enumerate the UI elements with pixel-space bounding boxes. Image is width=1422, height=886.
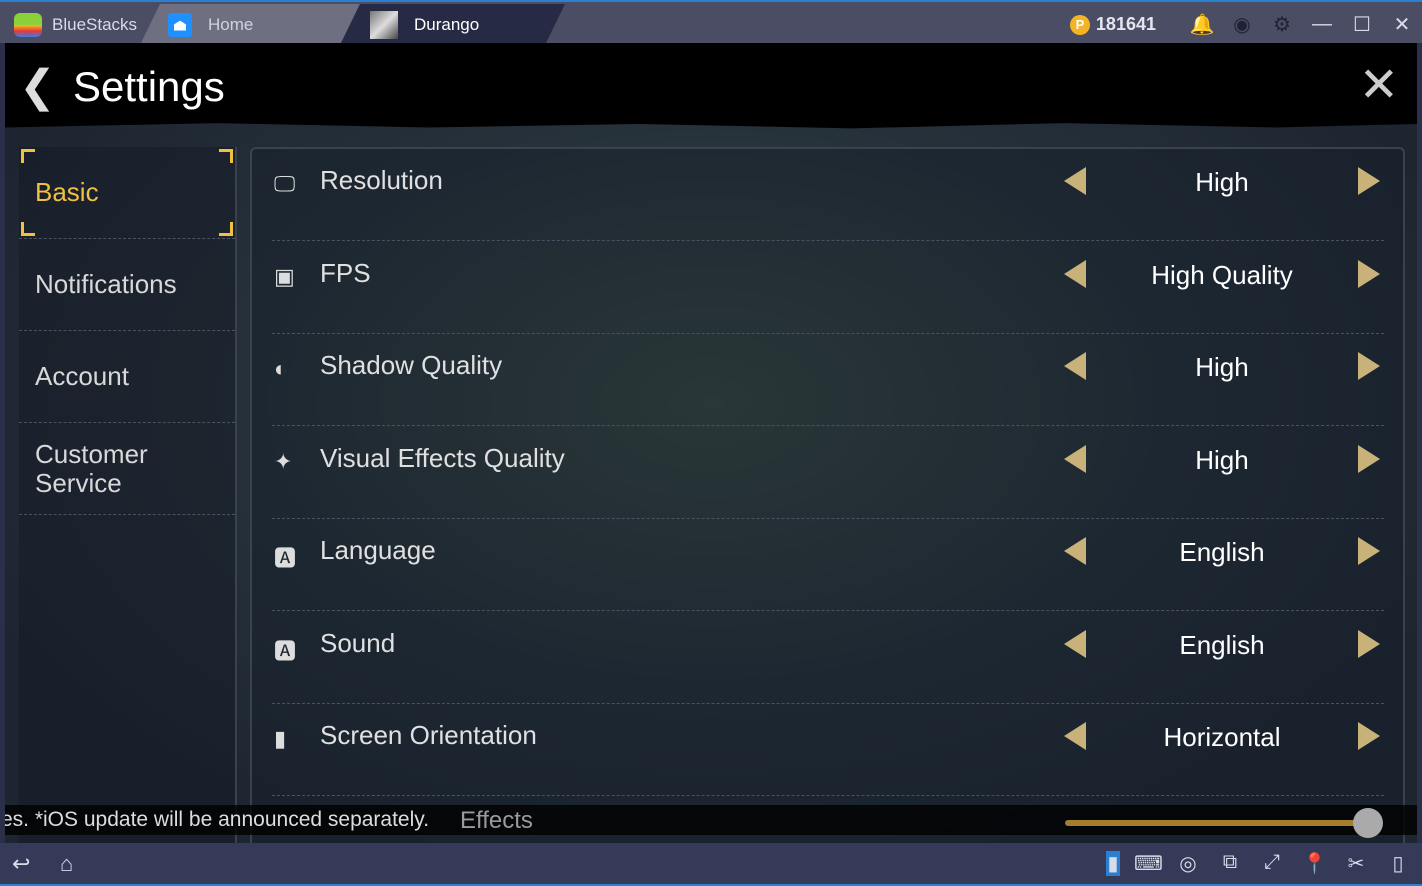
row-value: English <box>1179 537 1265 567</box>
arrow-right-icon[interactable] <box>1358 537 1380 565</box>
arrow-right-icon[interactable] <box>1358 722 1380 750</box>
tab-label: Durango <box>414 14 480 34</box>
shadow-icon: ◐ <box>274 356 288 381</box>
orientation-icon: ▮ <box>274 726 287 751</box>
sidebar-item-label: Account <box>35 361 129 391</box>
bluestacks-logo-icon <box>14 12 42 37</box>
points-count[interactable]: 181641 <box>1096 14 1156 35</box>
tab-durango[interactable]: Durango <box>340 4 565 45</box>
row-value: High <box>1195 444 1249 475</box>
language-icon: 🅰 <box>274 638 297 664</box>
home-nav-icon[interactable]: ⌂ <box>60 851 73 877</box>
row-label: Shadow Quality <box>320 350 503 380</box>
close-icon[interactable]: ✕ <box>1359 57 1399 113</box>
settings-row: ◐ Shadow Quality High <box>272 334 1384 426</box>
game-view: ❮ Settings ✕ Basic Notifications Account… <box>5 43 1417 843</box>
sidebar-item-label: Notifications <box>35 269 177 299</box>
tab-home[interactable]: Home <box>140 4 360 45</box>
page-title: Settings <box>73 63 225 110</box>
arrow-left-icon[interactable] <box>1064 352 1086 380</box>
row-label: Language <box>320 535 436 565</box>
gear-icon[interactable]: ⚙ <box>1262 12 1302 37</box>
settings-row: ▣ FPS High Quality <box>272 242 1384 334</box>
sidebar-item-account[interactable]: Account <box>19 331 235 423</box>
maximize-button[interactable]: ☐ <box>1342 12 1382 37</box>
android-nav-bar: ↩ ⌂ ▮ ⌨ ◎ ⧉ ⤢ 📍 ✂ ▯ <box>0 843 1422 886</box>
location-icon[interactable]: 📍 <box>1302 851 1327 876</box>
row-value: English <box>1179 629 1265 660</box>
back-icon[interactable]: ↩ <box>12 851 30 877</box>
arrow-left-icon[interactable] <box>1064 167 1086 195</box>
fullscreen-icon[interactable]: ⤢ <box>1260 851 1284 874</box>
arrow-right-icon[interactable] <box>1358 352 1380 380</box>
ticker-text: es. *iOS update will be announced separa… <box>5 808 430 831</box>
row-value: High <box>1195 167 1249 197</box>
coin-icon: P <box>1069 14 1090 35</box>
sidebar-item-basic[interactable]: Basic <box>19 147 235 239</box>
arrow-left-icon[interactable] <box>1064 444 1086 473</box>
home-icon <box>168 13 192 37</box>
sidebar-item-notifications[interactable]: Notifications <box>19 239 235 331</box>
arrow-right-icon[interactable] <box>1358 167 1380 195</box>
row-label: Visual Effects Quality <box>320 442 565 473</box>
sidebar-item-customer-service[interactable]: Customer Service <box>19 423 235 515</box>
arrow-left-icon[interactable] <box>1064 537 1086 565</box>
bluestacks-logo: BlueStacks <box>0 4 150 45</box>
row-label: Sound <box>320 627 396 658</box>
row-value: Horizontal <box>1163 722 1281 752</box>
row-value: High <box>1195 352 1249 382</box>
arrow-left-icon[interactable] <box>1064 722 1086 750</box>
volume-slider[interactable] <box>1065 820 1365 826</box>
slider-handle[interactable] <box>1353 808 1383 838</box>
sidebar-item-label: Customer Service <box>35 438 148 498</box>
partial-row-label: Effects <box>460 807 533 834</box>
rotate-phone-icon[interactable]: ▯ <box>1386 851 1410 876</box>
monitor-icon: 🖵 <box>274 171 296 196</box>
keyboard-icon[interactable]: ⌨ <box>1134 851 1163 876</box>
arrow-right-icon[interactable] <box>1358 259 1380 288</box>
settings-panel: 🖵 Resolution High ▣ FPS High Quality ◐ S… <box>250 147 1405 843</box>
row-label: Resolution <box>320 165 443 195</box>
language-icon: 🅰 <box>274 546 297 571</box>
sparkle-icon: ✦ <box>274 448 293 474</box>
bell-icon[interactable]: 🔔 <box>1182 12 1222 37</box>
fps-icon: ▣ <box>274 263 295 289</box>
row-value: High Quality <box>1151 259 1293 290</box>
settings-row: ▮ Screen Orientation Horizontal <box>272 704 1384 796</box>
row-label: FPS <box>320 257 371 288</box>
arrow-left-icon[interactable] <box>1064 259 1086 288</box>
settings-sidebar: Basic Notifications Account Customer Ser… <box>19 147 237 843</box>
back-chevron-icon[interactable]: ❮ <box>19 61 56 112</box>
arrow-right-icon[interactable] <box>1358 629 1380 658</box>
eye-icon[interactable]: ◎ <box>1176 851 1200 876</box>
multi-instance-icon[interactable]: ⧉ <box>1218 851 1242 874</box>
settings-row: 🅰 Language English <box>272 519 1384 611</box>
account-star-icon[interactable]: ◉ <box>1222 12 1262 37</box>
sidebar-item-label: Basic <box>35 177 99 207</box>
durango-app-icon <box>370 11 398 39</box>
settings-row: 🅰 Sound English <box>272 612 1384 704</box>
arrow-left-icon[interactable] <box>1064 629 1086 658</box>
settings-row: 🖵 Resolution High <box>272 149 1384 241</box>
row-label: Screen Orientation <box>320 720 537 750</box>
title-bar: BlueStacks Home Durango P 181641 🔔 ◉ ⚙ —… <box>0 0 1422 43</box>
settings-row: ✦ Visual Effects Quality High <box>272 427 1384 519</box>
app-name: BlueStacks <box>52 14 138 34</box>
tab-label: Home <box>208 14 254 34</box>
arrow-right-icon[interactable] <box>1358 444 1380 473</box>
minimize-button[interactable]: — <box>1302 13 1342 36</box>
scissors-icon[interactable]: ✂ <box>1344 851 1368 876</box>
close-window-button[interactable]: ✕ <box>1382 12 1422 37</box>
keymapping-icon[interactable]: ▮ <box>1106 851 1120 876</box>
